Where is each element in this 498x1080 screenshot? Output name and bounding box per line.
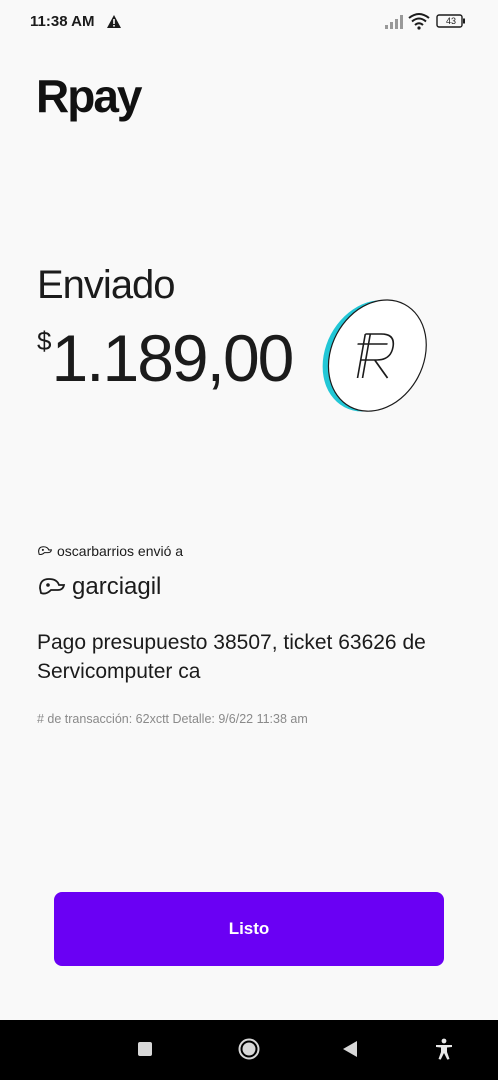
- sender-line: oscarbarrios envió a: [37, 543, 183, 559]
- sender-text: oscarbarrios envió a: [57, 543, 184, 559]
- status-bar: 11:38 AM 43: [0, 0, 498, 44]
- transaction-status: Enviado: [37, 263, 176, 307]
- done-button[interactable]: Listo: [54, 892, 444, 966]
- transaction-meta: # de transacción: 62xctt Detalle: 9/6/22…: [37, 712, 308, 726]
- currency-symbol: $: [37, 326, 52, 356]
- back-icon[interactable]: [342, 1040, 358, 1058]
- rpay-logo: Rpay: [36, 70, 142, 122]
- signal-icon: [385, 15, 403, 29]
- sender-avatar-icon: [38, 546, 53, 556]
- recents-icon[interactable]: [138, 1042, 152, 1056]
- wifi-icon: [408, 13, 430, 30]
- transaction-amount: $1.189,00: [37, 320, 294, 396]
- recipient-line: garciagil: [37, 573, 161, 601]
- warning-icon: [107, 15, 121, 28]
- recipient-name: garciagil: [72, 573, 162, 600]
- accessibility-icon[interactable]: [434, 1038, 454, 1060]
- rpay-coin-icon: [322, 299, 427, 412]
- payment-description: Pago presupuesto 38507, ticket 63626 de …: [37, 631, 426, 683]
- system-nav-bar: [0, 1020, 498, 1080]
- recipient-avatar-icon: [39, 578, 66, 595]
- battery-level: 43: [445, 16, 456, 26]
- status-time: 11:38 AM: [30, 13, 95, 30]
- amount-value: 1.189,00: [51, 321, 294, 395]
- home-icon[interactable]: [238, 1038, 260, 1060]
